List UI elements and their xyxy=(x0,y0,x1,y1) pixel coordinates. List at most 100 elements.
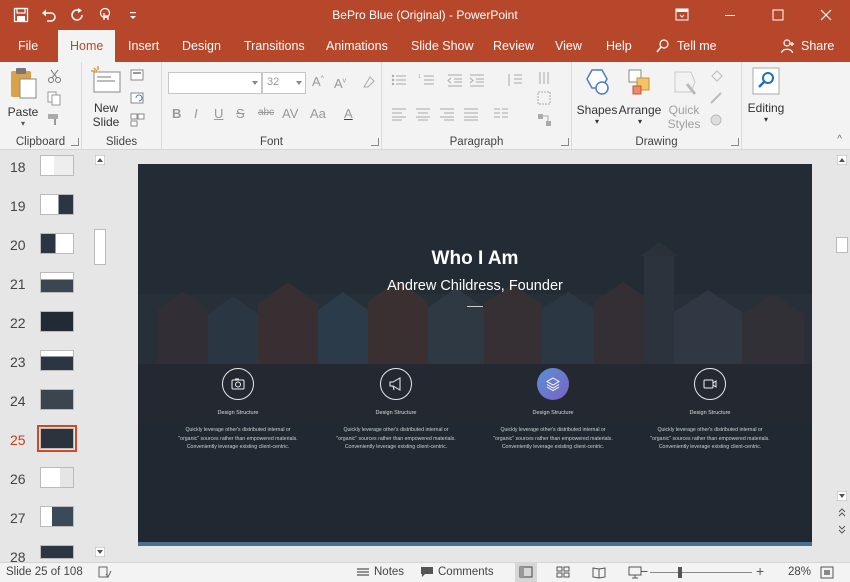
slide-scrollbar[interactable] xyxy=(834,151,850,561)
thumbnail-scroll-thumb[interactable] xyxy=(94,229,106,265)
smartart-icon[interactable] xyxy=(536,112,554,128)
paste-button[interactable]: Paste ▾ xyxy=(6,66,40,128)
previous-slide-icon[interactable] xyxy=(837,507,847,517)
tab-insert[interactable]: Insert xyxy=(116,30,171,62)
copy-icon[interactable] xyxy=(46,90,64,106)
thumbnail-image xyxy=(40,272,74,293)
shape-outline-icon[interactable] xyxy=(708,90,726,106)
strikethrough-icon[interactable]: S xyxy=(236,106,245,121)
decrease-indent-icon[interactable] xyxy=(446,72,464,88)
underline-icon[interactable]: U xyxy=(214,106,223,121)
collapse-ribbon-icon[interactable]: ^ xyxy=(837,134,842,145)
editing-button[interactable]: Editing ▾ xyxy=(744,66,788,124)
clipboard-launcher[interactable] xyxy=(71,138,79,146)
tab-animations[interactable]: Animations xyxy=(314,30,400,62)
arrange-button[interactable]: Arrange ▾ xyxy=(618,66,662,126)
thumbnail-item[interactable]: 27 xyxy=(0,504,92,534)
character-spacing-av-icon[interactable]: AV xyxy=(282,106,298,121)
change-case-icon[interactable]: Aa xyxy=(310,106,326,121)
ribbon-display-options-icon[interactable] xyxy=(658,0,706,30)
italic-icon[interactable]: I xyxy=(194,106,198,121)
share-button[interactable]: Share xyxy=(780,30,834,62)
spell-check-icon[interactable] xyxy=(98,566,112,579)
font-size-combo[interactable]: 32 xyxy=(262,72,306,94)
thumbnail-item[interactable]: 18 xyxy=(0,153,92,183)
thumbnail-item-active[interactable]: 25 xyxy=(0,425,92,456)
thumbnail-item[interactable]: 26 xyxy=(0,465,92,495)
align-center-icon[interactable] xyxy=(414,106,432,122)
character-spacing-icon[interactable]: abc xyxy=(258,107,274,118)
thumbnail-image xyxy=(40,311,74,332)
scroll-up-icon[interactable] xyxy=(95,155,105,165)
thumbnail-item[interactable]: 19 xyxy=(0,192,92,222)
numbering-icon[interactable]: 1 xyxy=(418,72,436,88)
tab-review[interactable]: Review xyxy=(481,30,546,62)
text-direction-icon[interactable] xyxy=(536,70,554,86)
tell-me-box[interactable]: Tell me xyxy=(655,30,717,62)
next-slide-icon[interactable] xyxy=(837,525,847,535)
tab-slide-show[interactable]: Slide Show xyxy=(399,30,486,62)
bold-icon[interactable]: B xyxy=(172,106,181,121)
notes-button[interactable]: Notes xyxy=(356,566,404,578)
align-left-icon[interactable] xyxy=(390,106,408,122)
section-icon[interactable] xyxy=(130,112,148,128)
reset-slide-icon[interactable] xyxy=(130,90,148,106)
decrease-font-icon[interactable]: Av xyxy=(334,76,346,91)
format-painter-icon[interactable] xyxy=(46,112,64,128)
zoom-slider-knob[interactable] xyxy=(678,567,682,578)
thumbnail-item[interactable]: 23 xyxy=(0,348,92,378)
slide-canvas[interactable]: Who I Am Andrew Childress, Founder Desig… xyxy=(138,164,812,546)
paragraph-launcher[interactable] xyxy=(561,138,569,146)
thumbnail-item[interactable]: 20 xyxy=(0,231,92,261)
shapes-button[interactable]: Shapes ▾ xyxy=(576,66,618,126)
scroll-up-icon[interactable] xyxy=(837,155,847,165)
reading-view-icon[interactable] xyxy=(592,566,606,579)
maximize-icon[interactable] xyxy=(754,0,802,30)
font-launcher[interactable] xyxy=(371,138,379,146)
zoom-in-icon[interactable]: + xyxy=(756,563,764,579)
thumbnail-item[interactable]: 24 xyxy=(0,387,92,417)
shape-fill-icon[interactable] xyxy=(708,68,726,84)
thumbnail-item[interactable]: 21 xyxy=(0,270,92,300)
clear-formatting-icon[interactable] xyxy=(360,74,378,90)
tab-design[interactable]: Design xyxy=(170,30,233,62)
thumbnail-item[interactable]: 22 xyxy=(0,309,92,339)
tab-file[interactable]: File xyxy=(6,30,50,62)
justify-icon[interactable] xyxy=(462,106,480,122)
tab-view[interactable]: View xyxy=(543,30,594,62)
new-slide-button[interactable]: New Slide xyxy=(88,66,124,129)
editing-dropdown-icon: ▾ xyxy=(763,115,768,124)
align-text-icon[interactable] xyxy=(536,90,554,106)
shape-effects-icon[interactable] xyxy=(708,112,726,128)
increase-font-icon[interactable]: A^ xyxy=(312,74,324,89)
scroll-down-icon[interactable] xyxy=(837,491,847,501)
font-color-icon[interactable]: A xyxy=(344,106,353,121)
zoom-out-icon[interactable]: − xyxy=(640,563,648,579)
minimize-icon[interactable] xyxy=(706,0,754,30)
scroll-down-icon[interactable] xyxy=(95,547,105,557)
ribbon: Paste ▾ Clipboard New Slide Slides 32 A^… xyxy=(0,62,850,150)
comments-button[interactable]: Comments xyxy=(420,566,494,578)
fit-slide-icon[interactable] xyxy=(820,566,834,579)
columns-icon[interactable] xyxy=(492,106,510,122)
drawing-launcher[interactable] xyxy=(731,138,739,146)
feature-block: Design Structure Quickly leverage other'… xyxy=(336,368,456,452)
close-icon[interactable] xyxy=(802,0,850,30)
normal-view-button[interactable] xyxy=(515,563,537,582)
quick-styles-button[interactable]: Quick Styles xyxy=(664,66,704,131)
font-name-combo[interactable] xyxy=(168,72,262,94)
zoom-level[interactable]: 28% xyxy=(788,566,811,578)
cut-icon[interactable] xyxy=(46,68,64,84)
bullets-icon[interactable] xyxy=(390,72,408,88)
layout-icon[interactable] xyxy=(130,68,148,84)
zoom-slider[interactable] xyxy=(650,572,752,573)
align-right-icon[interactable] xyxy=(438,106,456,122)
thumbnail-scrollbar[interactable] xyxy=(93,151,107,561)
tab-help[interactable]: Help xyxy=(594,30,644,62)
slide-sorter-icon[interactable] xyxy=(556,566,570,579)
line-spacing-icon[interactable] xyxy=(506,72,524,88)
increase-indent-icon[interactable] xyxy=(468,72,486,88)
tab-transitions[interactable]: Transitions xyxy=(232,30,317,62)
slide-scroll-thumb[interactable] xyxy=(836,237,848,253)
tab-home[interactable]: Home xyxy=(58,30,116,62)
